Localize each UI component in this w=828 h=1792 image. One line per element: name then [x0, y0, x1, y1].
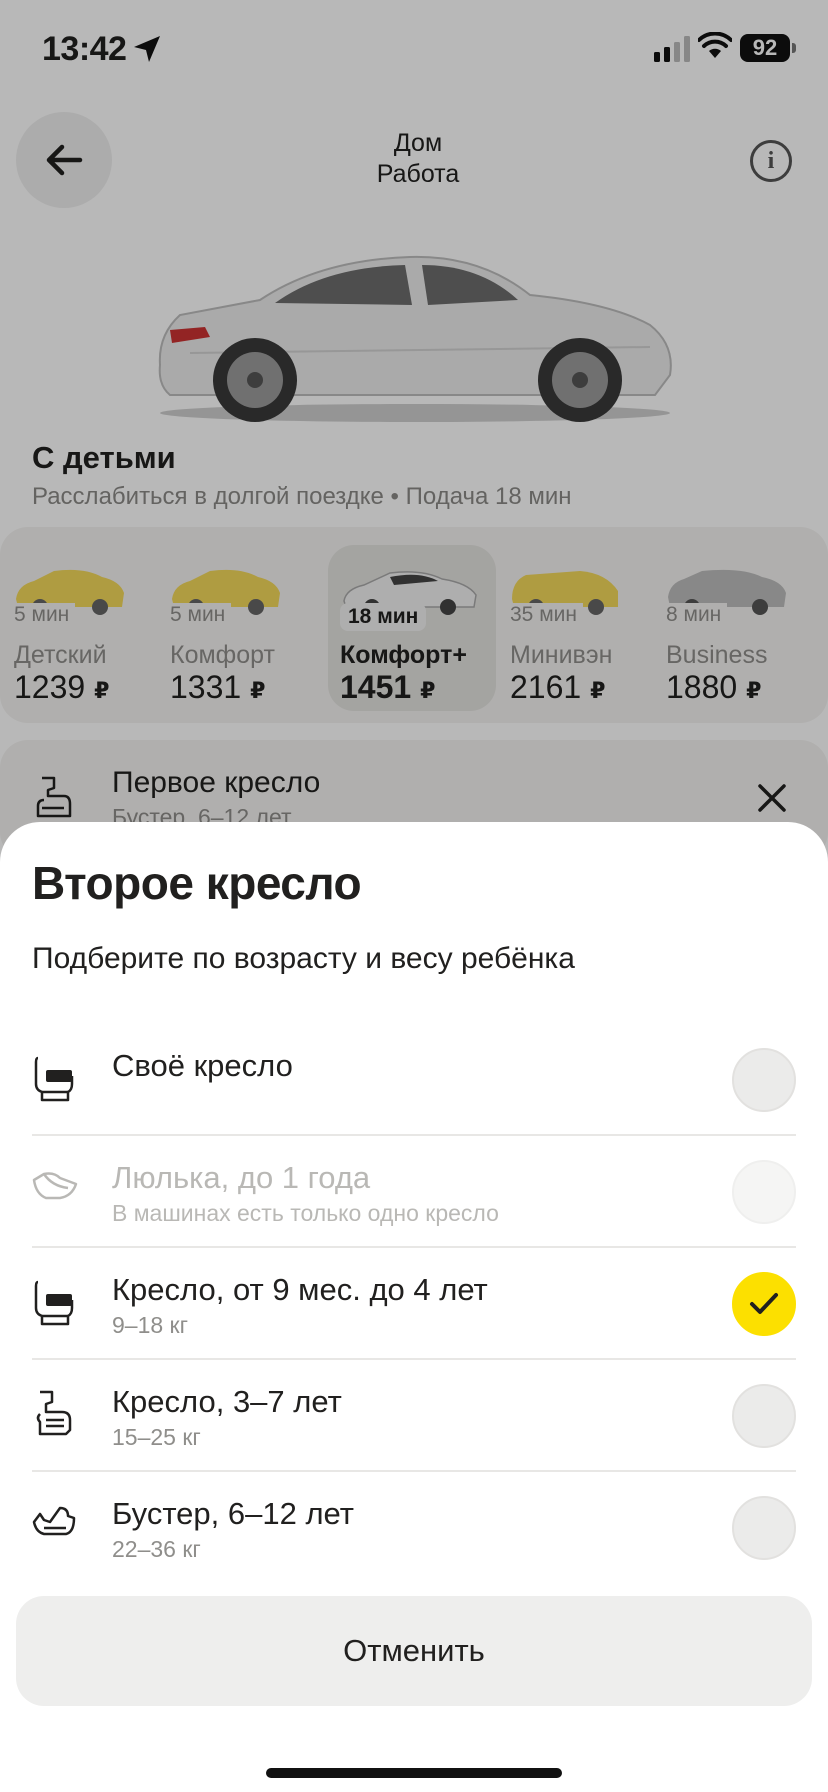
- option-title: Люлька, до 1 года: [112, 1160, 371, 1195]
- option-subtitle: 9–18 кг: [112, 1312, 189, 1338]
- seat-option-booster[interactable]: Бустер, 6–12 лет 22–36 кг: [32, 1472, 796, 1584]
- option-title: Бустер, 6–12 лет: [112, 1496, 354, 1531]
- seat-option-cradle: Люлька, до 1 года В машинах есть только …: [32, 1136, 796, 1248]
- sheet-title: Второе кресло: [32, 857, 362, 909]
- radio-button[interactable]: [732, 1048, 796, 1112]
- radio-button[interactable]: [732, 1384, 796, 1448]
- cancel-button[interactable]: Отменить: [16, 1596, 812, 1706]
- radio-button-checked[interactable]: [732, 1272, 796, 1336]
- baby-cradle-icon: [32, 1172, 78, 1200]
- car-seat-icon: [34, 1056, 74, 1102]
- car-seat-icon: [34, 1280, 74, 1326]
- checkmark-icon: [750, 1293, 778, 1314]
- radio-button[interactable]: [732, 1496, 796, 1560]
- home-indicator[interactable]: [266, 1768, 562, 1778]
- option-title: Кресло, от 9 мес. до 4 лет: [112, 1272, 488, 1307]
- option-title: Кресло, 3–7 лет: [112, 1384, 342, 1419]
- option-title: Своё кресло: [112, 1048, 293, 1083]
- seat-option-3-7y[interactable]: Кресло, 3–7 лет 15–25 кг: [32, 1360, 796, 1472]
- child-seat-icon: [36, 1390, 72, 1436]
- second-seat-sheet: Второе кресло Подберите по возрасту и ве…: [0, 822, 828, 1792]
- option-subtitle: В машинах есть только одно кресло: [112, 1200, 499, 1226]
- radio-button: [732, 1160, 796, 1224]
- seat-option-9m-4y[interactable]: Кресло, от 9 мес. до 4 лет 9–18 кг: [32, 1248, 796, 1360]
- seat-option-own[interactable]: Своё кресло: [32, 1024, 796, 1136]
- sheet-subtitle: Подберите по возрасту и весу ребёнка: [32, 942, 575, 975]
- option-subtitle: 22–36 кг: [112, 1536, 201, 1562]
- booster-seat-icon: [32, 1506, 76, 1536]
- option-subtitle: 15–25 кг: [112, 1424, 201, 1450]
